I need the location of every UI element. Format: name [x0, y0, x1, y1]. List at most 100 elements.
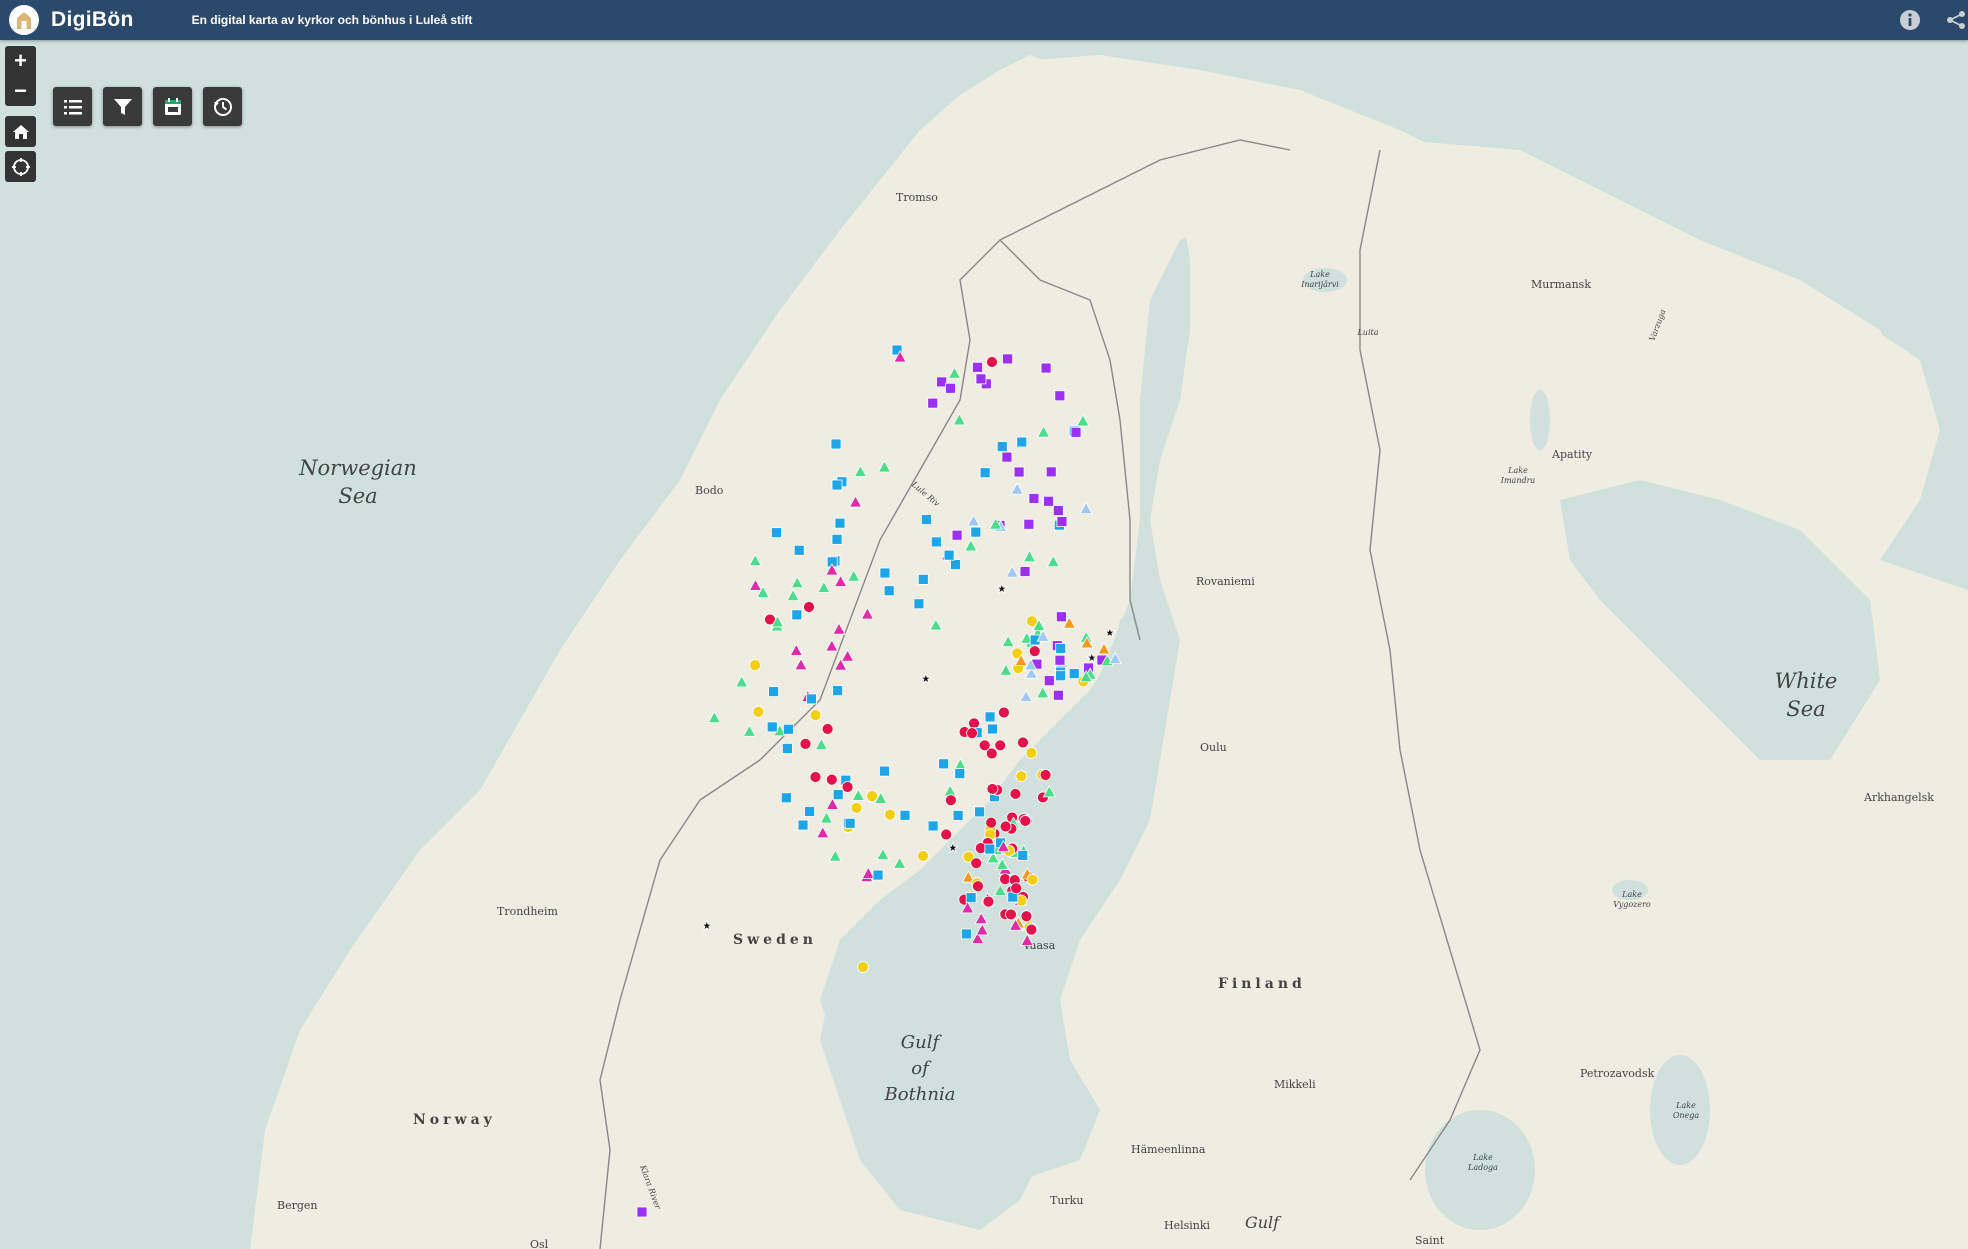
church-marker[interactable]: ★ — [1104, 625, 1116, 641]
church-marker[interactable] — [952, 810, 964, 821]
church-marker[interactable] — [985, 816, 998, 829]
church-marker[interactable] — [791, 609, 803, 621]
church-marker[interactable] — [972, 880, 984, 893]
church-marker[interactable] — [994, 739, 1007, 752]
church-marker[interactable] — [782, 743, 793, 754]
filter-button[interactable] — [103, 87, 142, 126]
church-marker[interactable] — [766, 721, 778, 733]
church-marker[interactable] — [1017, 850, 1029, 861]
church-marker[interactable] — [1055, 642, 1067, 654]
church-marker[interactable] — [780, 792, 792, 804]
church-marker[interactable] — [1017, 736, 1029, 749]
church-marker[interactable] — [1045, 466, 1057, 478]
church-marker[interactable] — [996, 441, 1008, 452]
church-marker[interactable] — [804, 806, 815, 817]
church-marker[interactable] — [1010, 882, 1023, 895]
church-marker[interactable] — [930, 536, 942, 548]
church-marker[interactable] — [1054, 654, 1066, 666]
church-marker[interactable] — [809, 771, 822, 783]
church-marker[interactable] — [1043, 675, 1055, 687]
church-marker[interactable] — [1019, 566, 1031, 577]
church-marker[interactable] — [1056, 516, 1068, 527]
home-button[interactable] — [5, 116, 36, 147]
church-marker[interactable] — [1056, 611, 1067, 623]
church-marker[interactable] — [866, 790, 878, 803]
church-marker[interactable] — [917, 573, 929, 585]
church-marker[interactable] — [1009, 787, 1022, 800]
church-marker[interactable] — [809, 709, 822, 721]
church-marker[interactable] — [1025, 747, 1038, 759]
church-marker[interactable] — [899, 809, 911, 821]
church-marker[interactable] — [884, 808, 896, 821]
church-marker[interactable] — [831, 533, 843, 545]
church-marker[interactable] — [832, 685, 844, 697]
church-marker[interactable] — [1052, 689, 1064, 701]
church-marker[interactable] — [998, 706, 1010, 719]
church-marker[interactable] — [1002, 353, 1014, 365]
church-marker[interactable] — [999, 820, 1012, 833]
church-marker[interactable] — [1025, 923, 1038, 936]
church-marker[interactable] — [984, 843, 996, 855]
church-marker[interactable] — [927, 820, 939, 832]
church-marker[interactable] — [961, 928, 972, 940]
church-marker[interactable] — [1020, 910, 1033, 923]
church-marker[interactable] — [752, 705, 765, 718]
church-marker[interactable] — [968, 717, 980, 730]
church-marker[interactable] — [841, 781, 854, 793]
zoom-in-button[interactable]: + — [5, 46, 36, 76]
zoom-out-button[interactable]: − — [5, 76, 36, 106]
church-marker[interactable] — [1070, 426, 1082, 438]
church-marker[interactable] — [938, 758, 949, 770]
church-marker[interactable] — [985, 747, 998, 760]
church-marker[interactable]: ★ — [1086, 650, 1098, 666]
church-marker[interactable] — [986, 783, 999, 795]
church-marker[interactable] — [636, 1206, 648, 1218]
church-marker[interactable] — [945, 794, 957, 807]
church-marker[interactable] — [1019, 815, 1032, 827]
church-marker[interactable] — [768, 686, 779, 698]
church-marker[interactable] — [834, 517, 846, 529]
church-marker[interactable] — [945, 382, 956, 394]
church-marker[interactable] — [832, 789, 844, 800]
church-marker[interactable] — [879, 567, 891, 579]
church-marker[interactable] — [970, 526, 982, 538]
church-marker[interactable] — [1016, 436, 1028, 448]
church-marker[interactable] — [951, 529, 963, 541]
church-marker[interactable] — [879, 765, 890, 777]
church-marker[interactable] — [1015, 770, 1028, 783]
church-marker[interactable] — [1028, 645, 1041, 658]
church-marker[interactable] — [975, 373, 987, 385]
church-marker[interactable] — [982, 895, 995, 908]
church-marker[interactable] — [984, 711, 996, 723]
list-button[interactable] — [53, 87, 92, 126]
church-marker[interactable] — [917, 850, 929, 862]
church-marker[interactable] — [1028, 493, 1040, 504]
church-marker[interactable]: ★ — [996, 581, 1008, 597]
church-marker[interactable] — [1001, 451, 1013, 463]
locate-button[interactable] — [5, 151, 36, 182]
church-marker[interactable] — [1013, 466, 1025, 478]
church-marker[interactable] — [966, 727, 978, 740]
church-marker[interactable] — [1043, 495, 1055, 507]
church-marker[interactable] — [782, 723, 794, 735]
church-marker[interactable] — [1005, 908, 1017, 921]
church-marker[interactable] — [883, 585, 895, 597]
church-marker[interactable] — [954, 768, 966, 780]
church-marker[interactable] — [1068, 668, 1080, 679]
church-marker[interactable] — [921, 514, 932, 525]
info-icon[interactable] — [1898, 8, 1922, 32]
church-marker[interactable] — [1052, 505, 1064, 516]
church-marker[interactable] — [970, 857, 983, 870]
church-marker[interactable] — [943, 549, 955, 561]
church-marker[interactable]: ★ — [947, 840, 959, 856]
church-marker[interactable] — [974, 806, 985, 818]
church-marker[interactable] — [1023, 518, 1035, 530]
church-marker[interactable] — [913, 598, 925, 610]
church-marker[interactable] — [1026, 873, 1039, 886]
church-marker[interactable]: ★ — [920, 671, 932, 687]
church-marker[interactable] — [850, 801, 863, 814]
church-marker[interactable] — [927, 397, 939, 409]
church-marker[interactable] — [1055, 670, 1067, 682]
church-marker[interactable] — [844, 817, 856, 829]
church-marker[interactable] — [830, 438, 842, 450]
